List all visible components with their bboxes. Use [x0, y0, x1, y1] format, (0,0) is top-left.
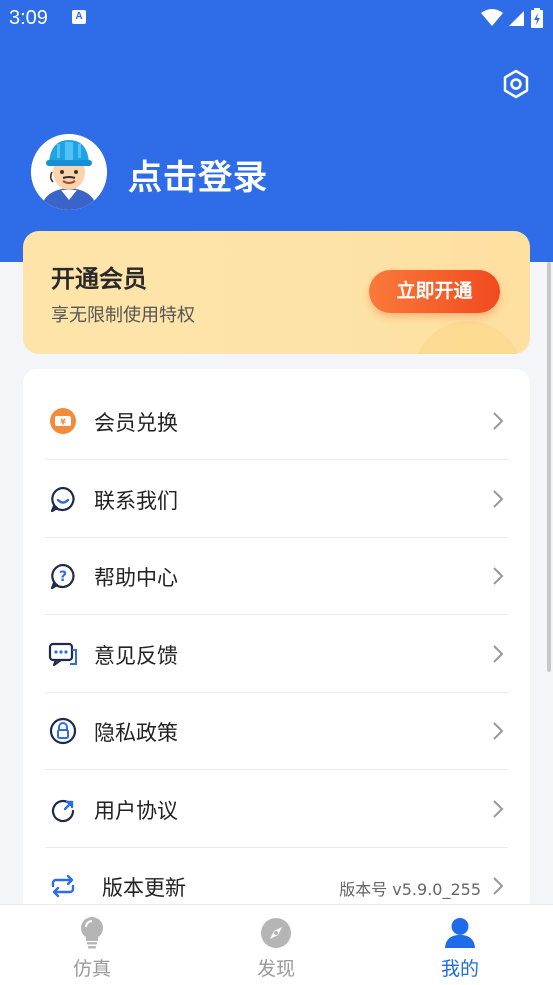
menu-item-label: 隐私政策: [94, 721, 178, 745]
agreement-arrow-icon: [48, 794, 78, 824]
svg-text:?: ?: [59, 569, 67, 585]
scrollbar[interactable]: [547, 262, 551, 672]
menu-card: ¥ 会员兑换 联系我们 ? 帮助中心 意见反馈 隐私政策 用户协议 版本更新 版…: [23, 369, 530, 929]
divider: [45, 769, 508, 770]
menu-item-member-redeem[interactable]: ¥ 会员兑换: [23, 383, 530, 460]
signal-icon: [509, 11, 524, 26]
menu-item-label: 版本更新: [102, 876, 186, 900]
wifi-icon: [481, 9, 503, 26]
menu-item-label: 用户协议: [94, 799, 178, 823]
status-time: 3:09: [9, 7, 48, 29]
a-letter-icon: A: [72, 10, 86, 24]
bottom-nav: 仿真 发现 我的: [0, 904, 553, 985]
chevron-right-icon: [493, 645, 504, 663]
tab-mine[interactable]: 我的: [368, 905, 552, 985]
status-bar: 3:09 A: [0, 0, 553, 38]
coupon-icon: ¥: [48, 406, 78, 436]
vip-card[interactable]: 开通会员 享无限制使用特权 立即开通: [23, 231, 530, 354]
divider: [45, 614, 508, 615]
header-background: [0, 0, 553, 262]
divider: [45, 459, 508, 460]
vip-card-decoration: [413, 321, 523, 354]
privacy-lock-icon: [48, 716, 78, 746]
menu-item-label: 会员兑换: [94, 411, 178, 435]
person-icon: [444, 915, 476, 951]
login-button[interactable]: 点击登录: [128, 150, 268, 199]
menu-item-privacy-policy[interactable]: 隐私政策: [23, 693, 530, 770]
chevron-right-icon: [493, 877, 504, 895]
tab-label: 我的: [440, 958, 479, 980]
avatar[interactable]: [31, 134, 107, 210]
tab-label: 发现: [256, 958, 295, 980]
hexagon-settings-icon: [503, 69, 529, 99]
chevron-right-icon: [493, 412, 504, 430]
menu-item-user-agreement[interactable]: 用户协议: [23, 771, 530, 848]
open-vip-button[interactable]: 立即开通: [369, 270, 500, 313]
chevron-right-icon: [493, 722, 504, 740]
vip-title: 开通会员: [51, 265, 147, 293]
compass-icon: [260, 915, 292, 951]
menu-item-help-center[interactable]: ? 帮助中心: [23, 538, 530, 615]
settings-button[interactable]: [498, 66, 534, 102]
version-number: 版本号 v5.9.0_255: [339, 880, 481, 899]
refresh-icon: [48, 871, 78, 901]
chevron-right-icon: [493, 567, 504, 585]
chat-smile-icon: [48, 484, 78, 514]
menu-item-label: 联系我们: [94, 489, 178, 513]
svg-text:¥: ¥: [60, 418, 66, 427]
menu-item-contact-us[interactable]: 联系我们: [23, 461, 530, 538]
chevron-right-icon: [493, 490, 504, 508]
battery-charging-icon: [531, 8, 543, 28]
tab-label: 仿真: [72, 958, 111, 980]
worker-helmet-avatar: [31, 134, 107, 210]
status-indicators: [481, 8, 543, 28]
vip-subtitle: 享无限制使用特权: [51, 305, 195, 326]
menu-item-label: 帮助中心: [94, 566, 178, 590]
tab-discover[interactable]: 发现: [184, 905, 368, 985]
help-question-icon: ?: [48, 561, 78, 591]
menu-item-label: 意见反馈: [94, 644, 178, 668]
tab-simulation[interactable]: 仿真: [0, 905, 184, 985]
chevron-right-icon: [493, 800, 504, 818]
menu-item-feedback[interactable]: 意见反馈: [23, 616, 530, 693]
lightbulb-icon: [76, 915, 108, 951]
feedback-bubble-icon: [48, 639, 78, 669]
